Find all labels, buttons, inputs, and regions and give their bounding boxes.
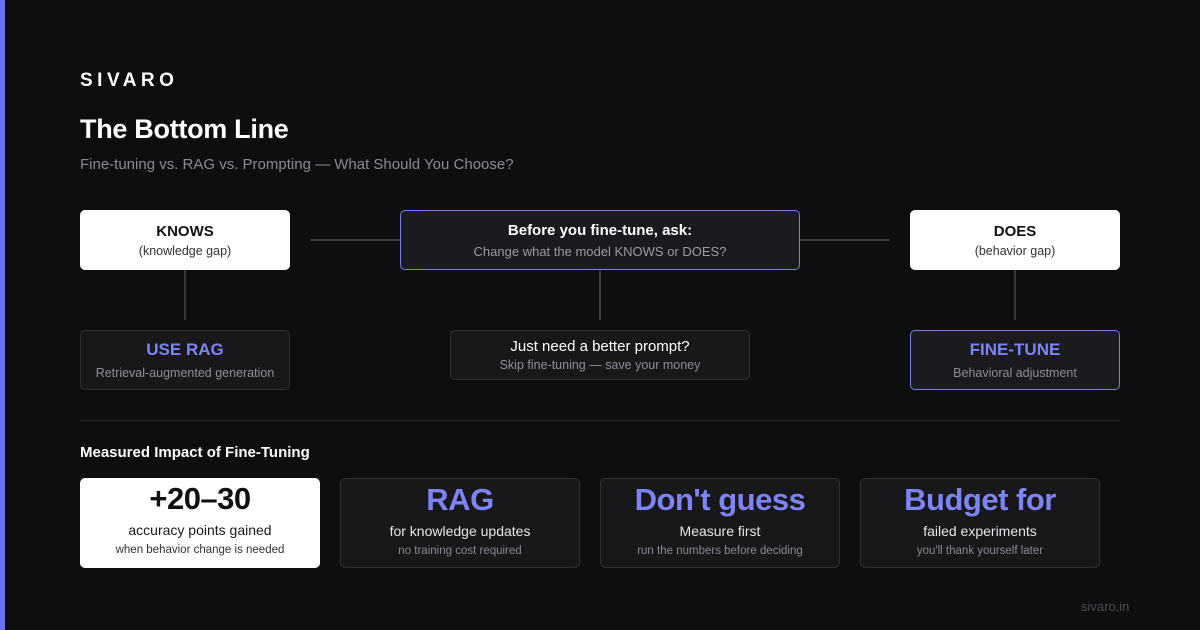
prompt-sub: Skip fine-tuning — save your money <box>499 358 701 372</box>
left-accent-bar <box>0 0 5 630</box>
page-subtitle: Fine-tuning vs. RAG vs. Prompting — What… <box>80 156 514 173</box>
stat-note: when behavior change is needed <box>115 544 285 556</box>
footer-url: sivaro.in <box>1081 599 1130 614</box>
stat-label: for knowledge updates <box>389 523 531 539</box>
prompt-node: Just need a better prompt? Skip fine-tun… <box>450 330 750 380</box>
question-label: Before you fine-tune, ask: <box>507 221 693 239</box>
does-node: DOES (behavior gap) <box>910 210 1120 270</box>
stat-value: RAG <box>426 482 494 517</box>
question-node: Before you fine-tune, ask: Change what t… <box>400 210 800 270</box>
section-divider <box>80 420 1120 421</box>
stat-note: you'll thank yourself later <box>916 545 1044 557</box>
fine-tune-node: FINE-TUNE Behavioral adjustment <box>910 330 1120 390</box>
knows-node: KNOWS (knowledge gap) <box>80 210 290 270</box>
does-label: DOES <box>993 222 1037 240</box>
fine-tune-sub: Behavioral adjustment <box>953 366 1077 380</box>
stat-note: no training cost required <box>398 545 522 557</box>
fine-tune-label: FINE-TUNE <box>969 340 1061 359</box>
connector-does-finetune <box>1014 270 1016 320</box>
stat-card-measure: Don't guess Measure first run the number… <box>600 478 840 568</box>
does-sub: (behavior gap) <box>974 243 1056 258</box>
stat-value: Don't guess <box>634 482 806 517</box>
connector-knows-question <box>310 239 400 241</box>
use-rag-sub: Retrieval-augmented generation <box>95 366 275 380</box>
stat-value: +20–30 <box>149 481 251 516</box>
page-title: The Bottom Line <box>80 114 289 144</box>
stat-note: run the numbers before deciding <box>637 545 803 557</box>
use-rag-label: USE RAG <box>146 340 224 359</box>
stat-card-accuracy: +20–30 accuracy points gained when behav… <box>80 478 320 568</box>
question-sub: Change what the model KNOWS or DOES? <box>473 243 727 259</box>
stat-label: failed experiments <box>923 523 1037 539</box>
prompt-label: Just need a better prompt? <box>510 338 690 355</box>
impact-section-title: Measured Impact of Fine-Tuning <box>80 444 310 461</box>
stat-value: Budget for <box>904 482 1056 517</box>
connector-question-prompt <box>599 270 601 320</box>
connector-knows-rag <box>184 270 186 320</box>
knows-sub: (knowledge gap) <box>138 243 232 258</box>
knows-label: KNOWS <box>156 222 214 240</box>
connector-question-does <box>800 239 890 241</box>
brand-logo: SIVARO <box>80 70 179 91</box>
stat-card-budget: Budget for failed experiments you'll tha… <box>860 478 1100 568</box>
stat-card-rag: RAG for knowledge updates no training co… <box>340 478 580 568</box>
stat-label: accuracy points gained <box>128 522 272 538</box>
stat-label: Measure first <box>679 523 761 539</box>
use-rag-node: USE RAG Retrieval-augmented generation <box>80 330 290 390</box>
